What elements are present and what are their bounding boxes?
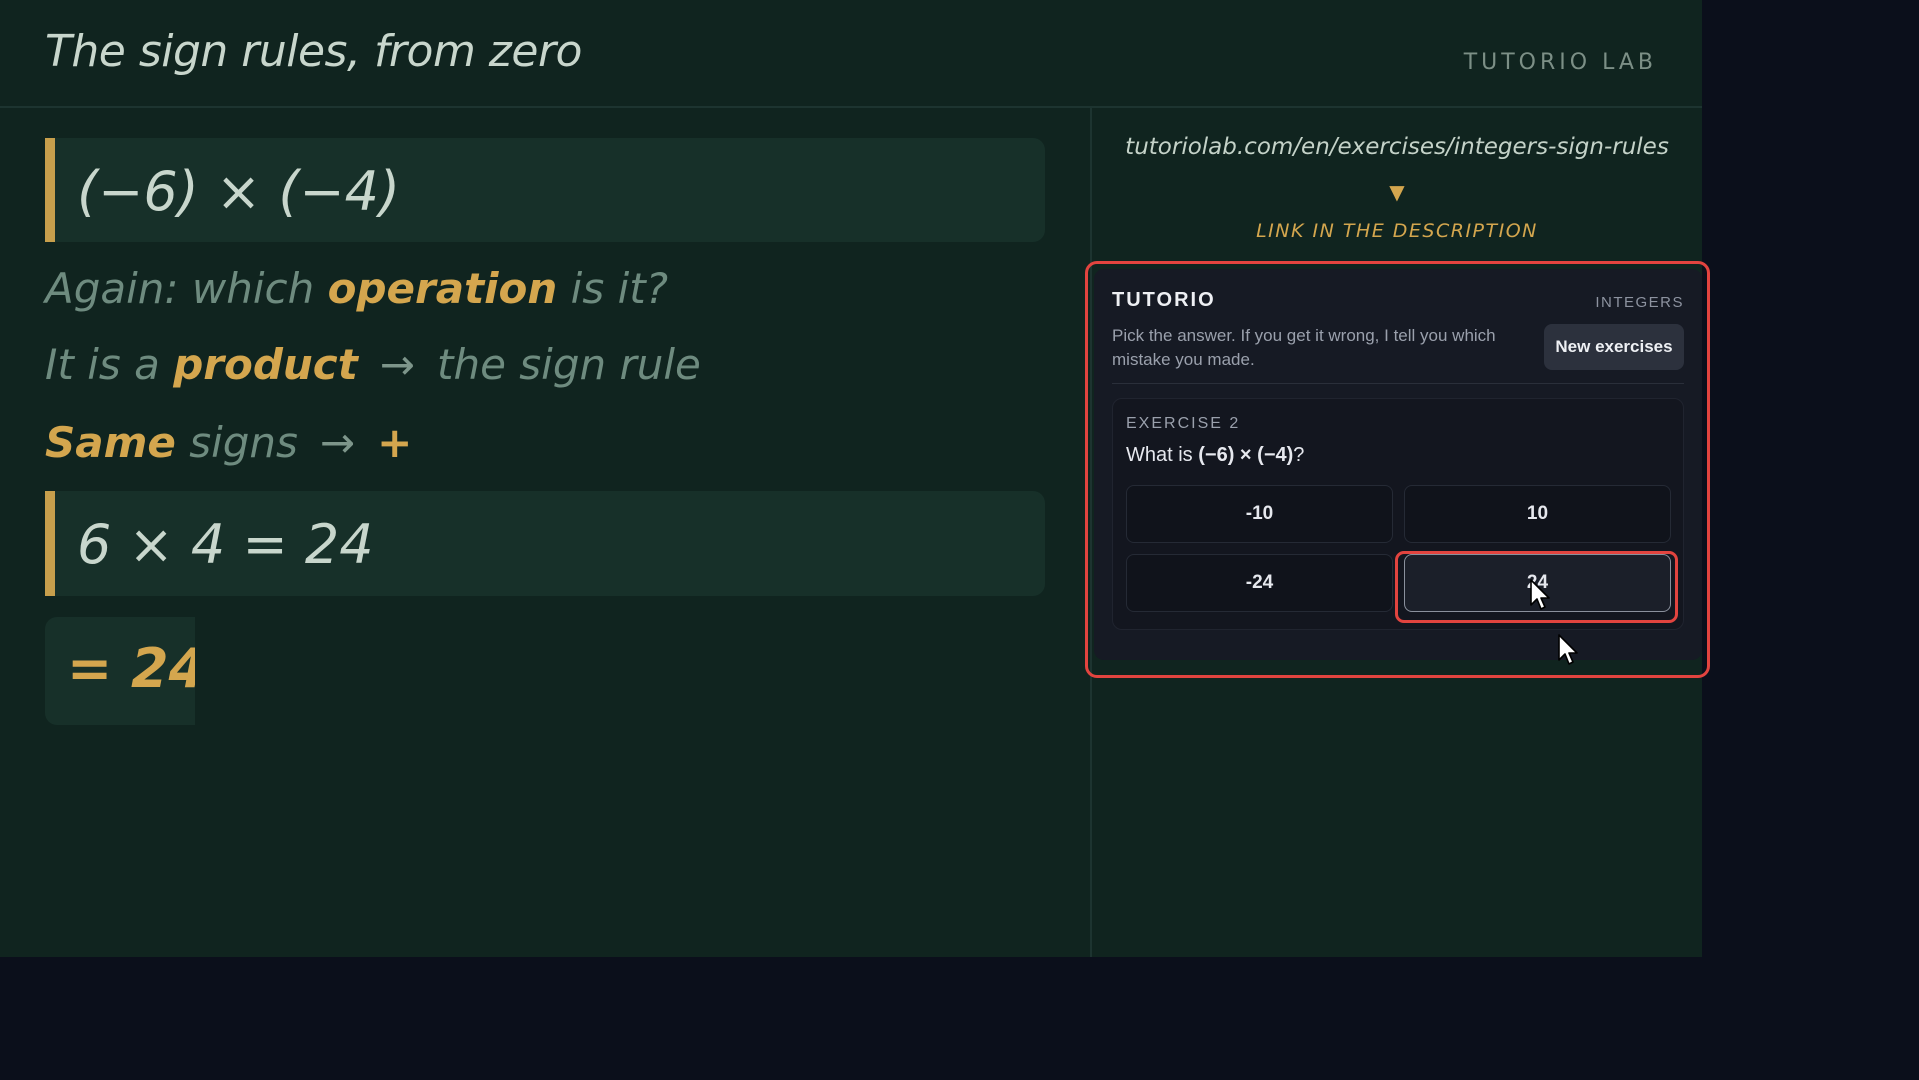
plus-sign: + bbox=[377, 418, 413, 467]
mouse-cursor-icon bbox=[1558, 634, 1578, 665]
result-box: = 24 bbox=[45, 617, 195, 725]
down-arrow-icon: ▼ bbox=[1389, 180, 1405, 204]
line-text: the sign rule bbox=[436, 340, 701, 389]
link-in-description: LINK IN THE DESCRIPTION bbox=[1256, 220, 1538, 242]
highlight-word: operation bbox=[327, 264, 558, 313]
result-text: = 24 bbox=[67, 637, 195, 700]
lesson-line-sign-rule: Same signs → + bbox=[45, 418, 412, 467]
line-text: Again: which bbox=[45, 264, 328, 313]
expression-box: (−6) × (−4) bbox=[45, 138, 1045, 242]
mouse-cursor-icon bbox=[1530, 579, 1550, 610]
lesson-line-product: It is a product → the sign rule bbox=[45, 340, 701, 389]
line-text: is it? bbox=[557, 264, 668, 313]
calculation-text: 6 × 4 = 24 bbox=[77, 513, 374, 576]
lesson-line-operation: Again: which operation is it? bbox=[45, 264, 668, 313]
board-header: The sign rules, from zero TUTORIO LAB bbox=[0, 0, 1702, 108]
arrow-icon: → bbox=[379, 340, 415, 389]
arrow-icon: → bbox=[319, 418, 356, 467]
highlight-word: product bbox=[173, 340, 358, 389]
expression-text: (−6) × (−4) bbox=[77, 160, 401, 223]
page-title: The sign rules, from zero bbox=[45, 26, 582, 77]
calculation-box: 6 × 4 = 24 bbox=[45, 491, 1045, 596]
line-text: It is a bbox=[45, 340, 174, 389]
line-text: signs bbox=[175, 418, 298, 467]
brand-logo: TUTORIO LAB bbox=[1463, 50, 1657, 75]
exercise-url: tutoriolab.com/en/exercises/integers-sig… bbox=[1125, 134, 1669, 160]
highlight-word: Same bbox=[45, 418, 176, 467]
